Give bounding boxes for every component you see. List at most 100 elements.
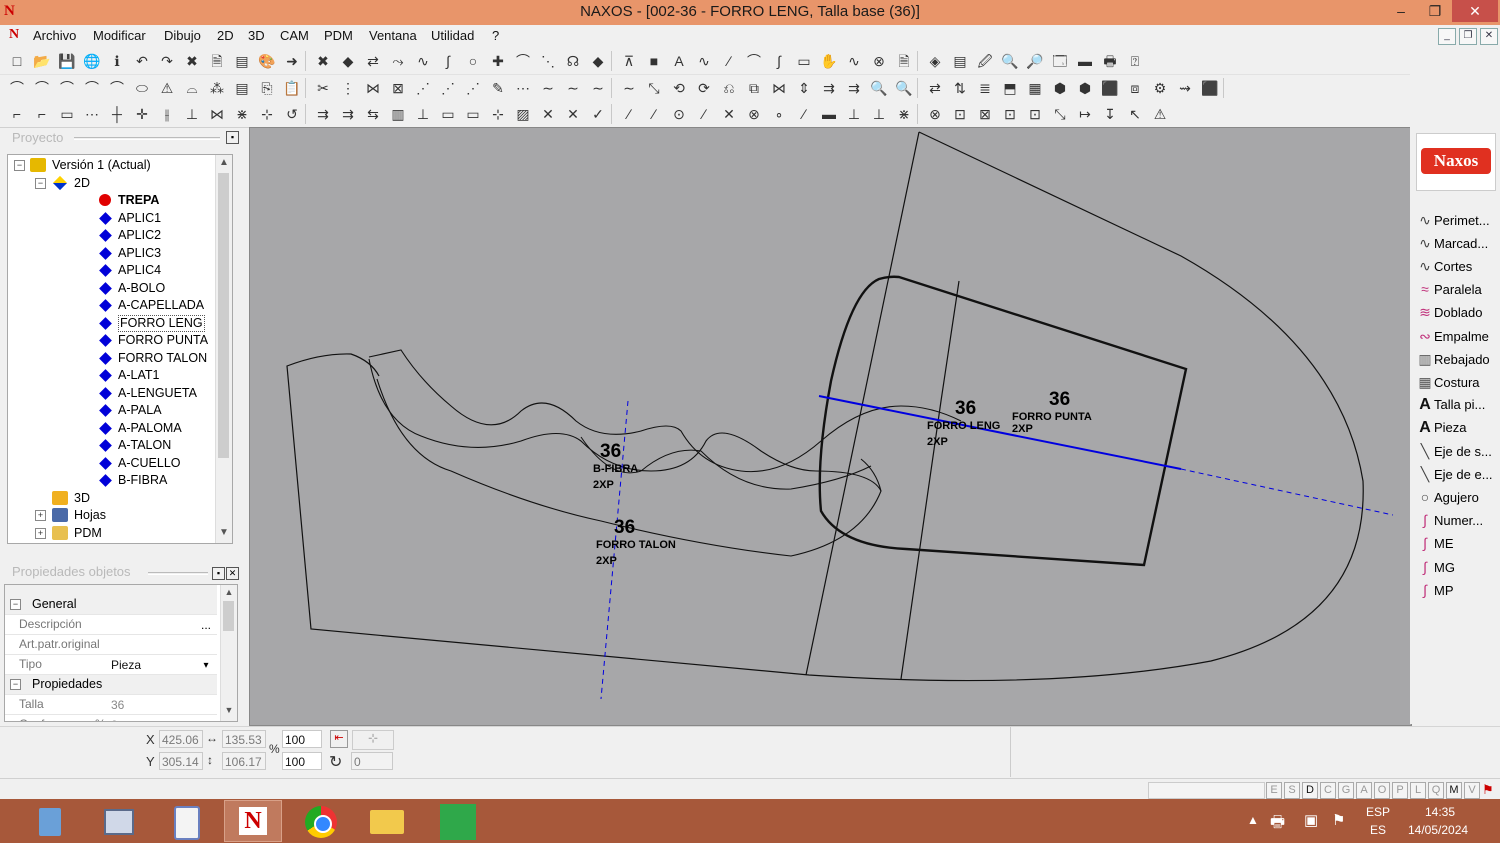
toolbar-tool-icon[interactable]: ◆ <box>589 52 607 70</box>
toolbar-tool-icon[interactable]: ⇉ <box>820 79 838 97</box>
tree-item[interactable]: APLIC4 <box>8 262 213 279</box>
panel-close-button[interactable]: ✕ <box>226 567 239 580</box>
property-row[interactable]: Descripción... <box>5 615 217 635</box>
toolbar-tool-icon[interactable]: 💾 <box>58 52 76 70</box>
toolbar-tool-icon[interactable]: 🌐 <box>83 52 101 70</box>
toolbar-tool-icon[interactable]: ⤡ <box>1051 105 1069 123</box>
tree-item[interactable]: − Versión 1 (Actual) <box>8 157 213 174</box>
toolbar-tool-icon[interactable]: ↦ <box>1076 105 1094 123</box>
toolbar-tool-icon[interactable]: ⋇ <box>895 105 913 123</box>
scroll-down-icon[interactable]: ▼ <box>216 525 232 541</box>
tree-item[interactable]: A-CUELLO <box>8 455 213 472</box>
toolbar-tool-icon[interactable]: ☊ <box>564 52 582 70</box>
toolbar-tool-icon[interactable]: ≣ <box>976 79 994 97</box>
tree-item[interactable]: A-LAT1 <box>8 367 213 384</box>
mdi-minimize-button[interactable]: _ <box>1438 28 1456 45</box>
collapse-icon[interactable]: − <box>10 599 21 610</box>
toolbar-tool-icon[interactable]: ✓ <box>589 105 607 123</box>
mode-toggle-v[interactable]: V <box>1464 782 1480 799</box>
tree-item[interactable]: A-CAPELLADA <box>8 297 213 314</box>
toolbar-tool-icon[interactable]: ⊥ <box>183 105 201 123</box>
clock-date[interactable]: 14/05/2024 <box>1408 823 1468 837</box>
network-icon[interactable]: ▣ <box>1304 811 1318 829</box>
property-value[interactable]: 0 <box>107 716 215 721</box>
toolbar-tool-icon[interactable]: ↖ <box>1126 105 1144 123</box>
width-field[interactable]: 135.53 <box>222 730 266 748</box>
toolbar-tool-icon[interactable]: ⌐ <box>33 105 51 123</box>
toolbar-tool-icon[interactable]: ↧ <box>1101 105 1119 123</box>
toolbar-tool-icon[interactable]: ⋰ <box>464 79 482 97</box>
toolbar-tool-icon[interactable]: ⊡ <box>1026 105 1044 123</box>
palette-item[interactable]: ∾ Empalme <box>1416 325 1489 347</box>
y-coordinate-field[interactable]: 305.14 <box>159 752 203 770</box>
toolbar-tool-icon[interactable]: ✂ <box>314 79 332 97</box>
scale-x-field[interactable]: 100 <box>282 730 322 748</box>
toolbar-tool-icon[interactable]: ⬭ <box>133 79 151 97</box>
toolbar-tool-icon[interactable]: ⌒ <box>8 79 26 97</box>
palette-item[interactable]: ▥ Rebajado <box>1416 348 1489 370</box>
toolbar-tool-icon[interactable]: ✕ <box>720 105 738 123</box>
toolbar-tool-icon[interactable]: ▦ <box>1026 79 1044 97</box>
flag-icon[interactable]: ⚑ <box>1332 811 1345 829</box>
toolbar-tool-icon[interactable]: ⌒ <box>514 52 532 70</box>
palette-item[interactable]: ∿ Perimet... <box>1416 209 1490 231</box>
menu-dibujo[interactable]: Dibujo <box>164 28 201 43</box>
tree-item[interactable]: FORRO LENG <box>8 314 213 332</box>
tree-item[interactable]: + PDM <box>8 525 213 542</box>
mode-toggle-e[interactable]: E <box>1266 782 1282 799</box>
toolbar-tool-icon[interactable]: ⊥ <box>845 105 863 123</box>
toolbar-tool-icon[interactable]: ⋯ <box>83 105 101 123</box>
toolbar-tool-icon[interactable]: ■ <box>645 52 663 70</box>
toolbar-tool-icon[interactable]: ⌐ <box>8 105 26 123</box>
toolbar-tool-icon[interactable]: ✛ <box>133 105 151 123</box>
tree-item[interactable]: A-PALOMA <box>8 420 213 437</box>
palette-item[interactable]: ∫ Numer... <box>1416 509 1483 531</box>
toolbar-tool-icon[interactable]: ◈ <box>926 52 944 70</box>
toolbar-tool-icon[interactable]: ∿ <box>695 52 713 70</box>
toolbar-tool-icon[interactable]: 🗎 <box>895 52 913 70</box>
toolbar-tool-icon[interactable]: ℹ <box>108 52 126 70</box>
utility-app-icon[interactable] <box>156 800 214 842</box>
green-app-icon[interactable] <box>428 800 486 842</box>
toolbar-tool-icon[interactable]: ✎ <box>489 79 507 97</box>
toolbar-tool-icon[interactable]: ⌒ <box>58 79 76 97</box>
toolbar-tool-icon[interactable]: ⫲ <box>158 105 176 123</box>
toolbar-tool-icon[interactable]: ⚙ <box>1151 79 1169 97</box>
toolbar-tool-icon[interactable]: ➜ <box>283 52 301 70</box>
clock-time[interactable]: 14:35 <box>1425 805 1455 819</box>
toolbar-tool-icon[interactable]: ⊙ <box>670 105 688 123</box>
toolbar-tool-icon[interactable]: ⇄ <box>364 52 382 70</box>
toolbar-tool-icon[interactable]: ⌒ <box>108 79 126 97</box>
toolbar-tool-icon[interactable]: ⬛ <box>1101 79 1119 97</box>
palette-item[interactable]: ╲ Eje de e... <box>1416 463 1493 485</box>
toolbar-tool-icon[interactable]: ∘ <box>770 105 788 123</box>
toolbar-tool-icon[interactable]: ⍰ <box>1126 52 1144 70</box>
property-row[interactable]: Tipo Pieza ▾ <box>5 655 217 675</box>
palette-item[interactable]: ≈ Paralela <box>1416 278 1482 300</box>
palette-item[interactable]: ≋ Doblado <box>1416 301 1482 323</box>
menu-ventana[interactable]: Ventana <box>369 28 417 43</box>
panel-pin-button[interactable]: ▪ <box>226 131 239 144</box>
mode-toggle-q[interactable]: Q <box>1428 782 1444 799</box>
tree-item[interactable]: A-LENGUETA <box>8 385 213 402</box>
collapse-icon[interactable]: − <box>10 679 21 690</box>
toolbar-tool-icon[interactable]: ⇄ <box>926 79 944 97</box>
scroll-up-icon[interactable]: ▲ <box>221 587 237 597</box>
toolbar-tool-icon[interactable]: ✋ <box>820 52 838 70</box>
maximize-button[interactable]: ❐ <box>1418 0 1452 22</box>
toolbar-tool-icon[interactable]: 📂 <box>33 52 51 70</box>
property-value[interactable] <box>107 636 215 653</box>
palette-item[interactable]: ∿ Marcad... <box>1416 232 1488 254</box>
alert-icon[interactable]: ⚑ <box>1482 782 1497 797</box>
property-category[interactable]: − Propiedades <box>5 675 217 695</box>
apply-transform-button[interactable]: ⊹ <box>352 730 394 750</box>
property-row[interactable]: Coef. margen %0 <box>5 715 217 721</box>
toolbar-tool-icon[interactable]: 🔎 <box>1026 52 1044 70</box>
menu-utilidad[interactable]: Utilidad <box>431 28 474 43</box>
mdi-restore-button[interactable]: ❐ <box>1459 28 1477 45</box>
calculator-icon[interactable] <box>20 800 78 842</box>
toolbar-tool-icon[interactable]: ○ <box>464 52 482 70</box>
palette-item[interactable]: ∫ ME <box>1416 532 1453 554</box>
toolbar-tool-icon[interactable]: ▤ <box>951 52 969 70</box>
toolbar-tool-icon[interactable]: ▥ <box>389 105 407 123</box>
